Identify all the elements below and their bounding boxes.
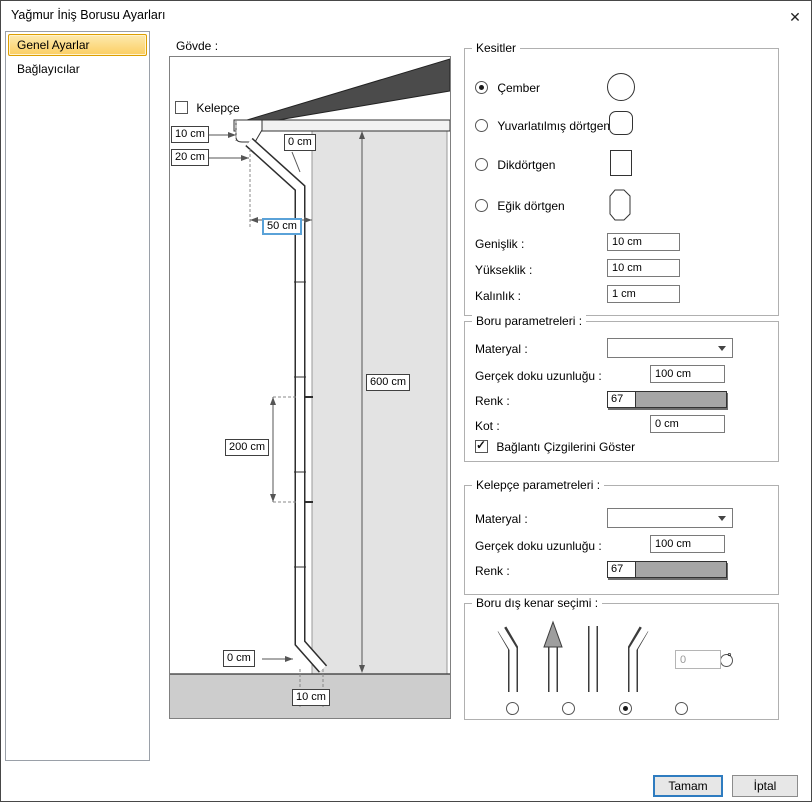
group-kelepce-title: Kelepçe parametreleri :	[472, 478, 605, 492]
pipe-end-radio-3[interactable]	[618, 702, 632, 715]
kot-label: Kot :	[475, 419, 500, 433]
pipe-end-option-2[interactable]	[537, 618, 569, 701]
option-egik-dortgen[interactable]: Eğik dörtgen	[475, 199, 565, 213]
kot-input[interactable]	[650, 415, 725, 433]
egik-dortgen-radio[interactable]	[475, 199, 488, 212]
kelepce-doku-label: Gerçek doku uzunluğu :	[475, 539, 602, 553]
group-boru-parametreleri: Boru parametreleri : Materyal : Gerçek d…	[464, 314, 779, 462]
kelepce-materyal-label: Materyal :	[475, 512, 528, 526]
sidebar-item-genel-ayarlar[interactable]: Genel Ayarlar	[8, 34, 147, 56]
pipe-end-option-1[interactable]	[496, 618, 529, 701]
pipe-end-radio-2[interactable]	[562, 702, 576, 715]
dialog-yagmur-inis-borusu: { "window": { "title": "Yağmur İniş Boru…	[0, 0, 812, 802]
dim-bottom-offset[interactable]: 0 cm	[223, 650, 255, 667]
kelepce-checkbox-label: Kelepçe	[196, 101, 240, 115]
boru-doku-input[interactable]	[650, 365, 725, 383]
cancel-button[interactable]: İptal	[732, 775, 798, 797]
dim-gutter-depth[interactable]: 20 cm	[171, 149, 209, 166]
ok-button[interactable]: Tamam	[653, 775, 723, 797]
dikdortgen-label: Dikdörtgen	[497, 158, 556, 172]
baglanti-checkbox-row[interactable]: Bağlantı Çizgilerini Göster	[475, 438, 636, 454]
pipe-end-radio-4[interactable]	[675, 702, 689, 715]
eave-shape	[233, 119, 451, 132]
pipe-end-option-3[interactable]	[577, 618, 609, 701]
pipe-end-straight-icon	[588, 621, 598, 697]
kalinlik-label: Kalınlık :	[475, 289, 522, 303]
window-title: Yağmur İniş Borusu Ayarları	[11, 8, 166, 22]
boru-materyal-select[interactable]	[607, 338, 733, 358]
pipe-end-angled-left-icon	[496, 624, 518, 697]
sidebar-item-label: Bağlayıcılar	[17, 62, 80, 76]
group-kenar-title: Boru dış kenar seçimi :	[472, 596, 603, 610]
rounded-rect-section-icon	[609, 111, 633, 135]
kelepce-renk-value: 67	[611, 563, 624, 575]
yuvarlatilmis-label: Yuvarlatılmış dörtgen	[497, 119, 611, 133]
wall-shape	[311, 130, 448, 675]
boru-doku-label: Gerçek doku uzunluğu :	[475, 369, 602, 383]
dim-top-offset[interactable]: 0 cm	[284, 134, 316, 151]
baglanti-checkbox-label: Bağlantı Çizgilerini Göster	[496, 440, 636, 454]
pipe-end-option-4[interactable]	[617, 618, 650, 701]
dim-gutter-height[interactable]: 10 cm	[171, 126, 209, 143]
option-yuvarlatilmis-dortgen[interactable]: Yuvarlatılmış dörtgen	[475, 119, 610, 133]
sidebar: Genel Ayarlar Bağlayıcılar	[5, 31, 150, 761]
close-icon[interactable]: ✕	[783, 5, 807, 29]
pipe-end-radio-1[interactable]	[506, 702, 519, 715]
kalinlik-input[interactable]	[607, 285, 680, 303]
cember-label: Çember	[497, 81, 541, 95]
boru-renk-picker[interactable]: 67	[607, 391, 727, 408]
dimension-extensions	[235, 120, 324, 707]
baglanti-checkbox[interactable]	[475, 438, 488, 453]
govde-label: Gövde :	[176, 39, 219, 53]
kelepce-doku-input[interactable]	[650, 535, 725, 553]
kelepce-checkbox[interactable]	[175, 101, 188, 114]
skewed-rect-section-icon	[609, 189, 631, 221]
option-dikdortgen[interactable]: Dikdörtgen	[475, 158, 555, 172]
kelepce-renk-label: Renk :	[475, 564, 510, 578]
group-kesitler: Kesitler Çember Yuvarlatılmış dörtgen Di…	[464, 41, 779, 316]
sidebar-item-label: Genel Ayarlar	[17, 38, 90, 52]
gutter-shape	[235, 119, 263, 143]
kelepce-renk-picker[interactable]: 67	[607, 561, 727, 578]
pipe-end-cone-icon	[543, 620, 563, 697]
group-kesitler-title: Kesitler	[472, 41, 521, 55]
rect-section-icon	[610, 150, 632, 176]
egik-dortgen-label: Eğik dörtgen	[497, 199, 565, 213]
sidebar-item-baglayicilar[interactable]: Bağlayıcılar	[8, 58, 147, 80]
yukseklik-input[interactable]	[607, 259, 680, 277]
dikdortgen-radio[interactable]	[475, 158, 488, 171]
kelepce-checkbox-row[interactable]: Kelepçe	[175, 101, 240, 115]
dim-clamp-spacing[interactable]: 200 cm	[225, 439, 270, 456]
group-kelepce-parametreleri: Kelepçe parametreleri : Materyal : Gerçe…	[464, 478, 779, 595]
pipe-end-angled-right-icon	[628, 624, 650, 697]
option-cember[interactable]: Çember	[475, 81, 540, 95]
boru-renk-label: Renk :	[475, 394, 510, 408]
circle-section-icon	[607, 73, 635, 101]
kelepce-materyal-select[interactable]	[607, 508, 733, 528]
degree-symbol: °	[727, 650, 732, 664]
pipe-end-angle-input[interactable]	[675, 650, 721, 669]
dim-outlet-length[interactable]: 10 cm	[292, 689, 330, 706]
dim-wall-height[interactable]: 600 cm	[366, 374, 411, 391]
chevron-down-icon	[718, 516, 726, 521]
boru-renk-swatch	[635, 392, 726, 407]
kelepce-renk-swatch	[635, 562, 726, 577]
boru-materyal-label: Materyal :	[475, 342, 528, 356]
group-boru-dis-kenar: Boru dış kenar seçimi : °	[464, 596, 779, 720]
roof-shape	[246, 58, 451, 121]
boru-renk-value: 67	[611, 393, 624, 405]
yukseklik-label: Yükseklik :	[475, 263, 533, 277]
yuvarlatilmis-radio[interactable]	[475, 119, 488, 132]
chevron-down-icon	[718, 346, 726, 351]
cember-radio[interactable]	[475, 81, 488, 94]
genislik-label: Genişlik :	[475, 237, 525, 251]
genislik-input[interactable]	[607, 233, 680, 251]
dim-gutter-width[interactable]: 50 cm	[262, 218, 302, 235]
group-boru-title: Boru parametreleri :	[472, 314, 587, 328]
